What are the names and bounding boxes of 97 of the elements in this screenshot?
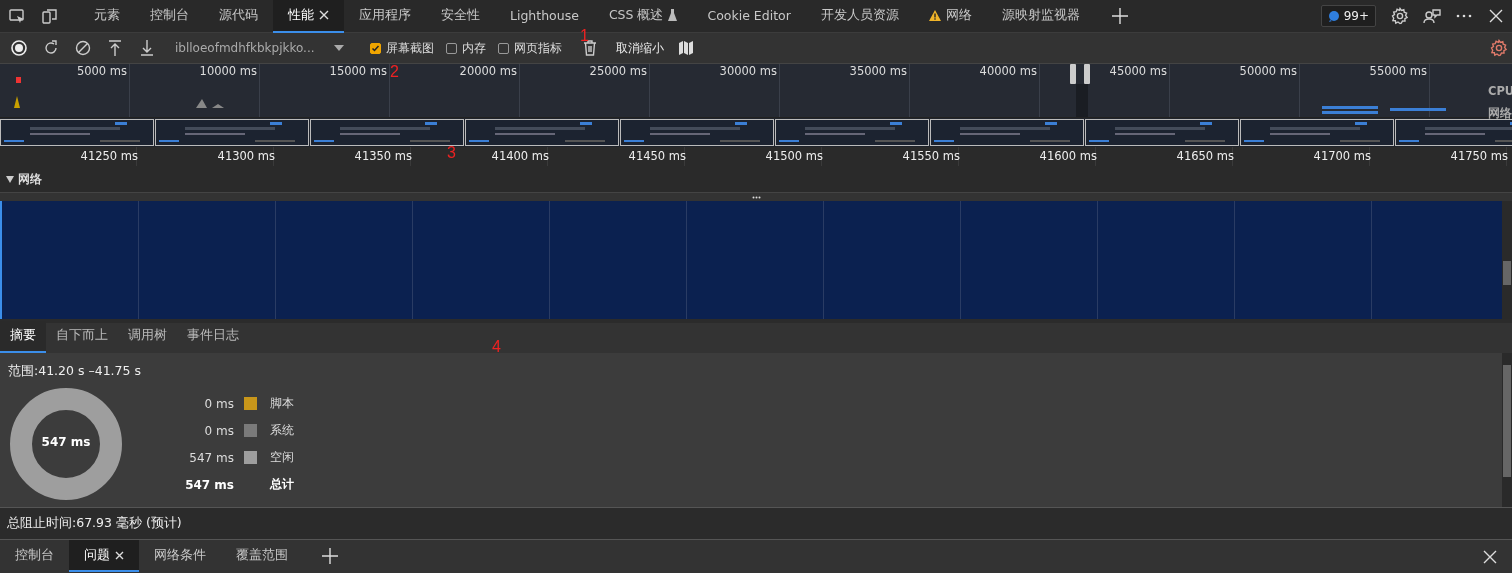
tab[interactable]: 自下而上 (46, 321, 118, 353)
time-tick: 41550 ms (902, 149, 960, 163)
close-icon[interactable] (319, 10, 329, 20)
device-icon[interactable] (40, 7, 58, 25)
download-icon[interactable] (138, 39, 156, 57)
checkbox[interactable] (445, 42, 457, 54)
tab[interactable]: 问题 (69, 540, 139, 572)
time-tick: 41450 ms (628, 149, 686, 163)
issues-badge[interactable]: 99+ (1320, 5, 1376, 27)
checkbox-label: 内存 (461, 39, 486, 57)
close-icon[interactable] (1481, 548, 1499, 566)
tab[interactable]: 事件日志 (177, 321, 249, 353)
unzoom-button[interactable]: 取消缩小 (609, 38, 670, 58)
duration-value: 547 ms (188, 450, 234, 465)
flask-icon (668, 9, 678, 21)
resize-grip-icon[interactable] (751, 195, 761, 199)
time-tick: 41350 ms (354, 149, 412, 163)
map-icon[interactable] (676, 39, 695, 57)
time-tick: 10000 ms (199, 64, 257, 78)
time-tick: 15000 ms (329, 64, 387, 78)
close-icon[interactable] (115, 550, 124, 560)
caret-icon (6, 175, 14, 183)
track-toggle[interactable]: 网络 (0, 171, 48, 187)
tab[interactable]: 摘要 (0, 321, 46, 353)
time-tick: 41300 ms (217, 149, 275, 163)
checkbox-label: 屏幕截图 (385, 39, 434, 57)
blocking-time-text: 总阻止时间:67.93 毫秒 (预计) (7, 515, 182, 532)
time-tick: 50000 ms (1239, 64, 1297, 78)
tab[interactable]: 开发人员资源 (805, 0, 914, 33)
range-handle[interactable] (1084, 64, 1090, 84)
chat-bubble-icon (1327, 10, 1340, 22)
cpu-spike (196, 99, 225, 108)
time-tick: 5000 ms (76, 64, 127, 78)
checkbox[interactable] (497, 42, 509, 54)
add-tab-icon[interactable] (1110, 7, 1129, 25)
annotation-number: 4 (492, 338, 501, 356)
tab[interactable]: 性能 (273, 0, 344, 33)
donut-total: 547 ms (40, 435, 92, 449)
tab[interactable]: 源映射监视器 (986, 0, 1095, 33)
marker-icon (16, 77, 21, 83)
category-label: 脚本 (270, 395, 294, 412)
settings-icon[interactable] (1490, 39, 1508, 57)
time-tick: 25000 ms (589, 64, 647, 78)
time-tick: 35000 ms (849, 64, 907, 78)
tab[interactable]: 控制台 (135, 0, 204, 33)
tab[interactable]: 覆盖范围 (221, 540, 303, 572)
checkbox-label: 网页指标 (513, 39, 562, 57)
tab[interactable]: 网络条件 (139, 540, 221, 572)
cpu-spike (14, 96, 20, 108)
tab[interactable]: 元素 (79, 0, 135, 33)
category-label: 系统 (270, 422, 294, 439)
checkbox[interactable] (369, 42, 381, 54)
caret-icon (333, 45, 344, 51)
add-tab-icon[interactable] (321, 547, 339, 565)
clear-icon[interactable] (74, 39, 92, 57)
inspect-icon[interactable] (8, 7, 26, 25)
time-tick: 41600 ms (1039, 149, 1097, 163)
tab[interactable]: 应用程序 (344, 0, 426, 33)
range-handle[interactable] (1070, 64, 1076, 84)
close-icon[interactable] (1487, 7, 1505, 25)
time-tick: 55000 ms (1369, 64, 1427, 78)
record-icon[interactable] (10, 39, 28, 57)
category-label: 空闲 (270, 449, 294, 466)
time-tick: 40000 ms (979, 64, 1037, 78)
upload-icon[interactable] (106, 39, 124, 57)
tab[interactable]: Cookie Editor (692, 0, 806, 33)
time-tick: 41400 ms (491, 149, 549, 163)
range-text: 范围:41.20 s –41.75 s (8, 363, 142, 380)
time-tick: 30000 ms (719, 64, 777, 78)
time-tick: 41700 ms (1313, 149, 1371, 163)
feedback-icon[interactable] (1423, 7, 1441, 25)
duration-value: 0 ms (203, 396, 234, 411)
time-tick: 41750 ms (1450, 149, 1508, 163)
total-value: 547 ms (184, 477, 234, 492)
tab[interactable]: 调用树 (118, 321, 177, 353)
track-label: 网络 (1488, 106, 1512, 121)
time-tick: 20000 ms (459, 64, 517, 78)
annotation-number: 1 (580, 27, 589, 45)
tab[interactable]: 网络 (913, 0, 987, 33)
settings-icon[interactable] (1391, 7, 1409, 25)
annotation-number: 2 (390, 63, 399, 81)
time-tick: 41650 ms (1176, 149, 1234, 163)
reload-icon[interactable] (42, 39, 60, 57)
total-label: 总计 (270, 476, 294, 493)
duration-value: 0 ms (203, 423, 234, 438)
time-tick: 45000 ms (1109, 64, 1167, 78)
time-tick: 41250 ms (80, 149, 138, 163)
tab[interactable]: 源代码 (204, 0, 273, 33)
tab[interactable]: 控制台 (0, 540, 69, 572)
annotation-number: 3 (447, 144, 456, 162)
tab[interactable]: 安全性 (426, 0, 495, 33)
warning-icon (928, 9, 941, 21)
scrollbar[interactable] (1502, 201, 1512, 319)
time-tick: 41500 ms (765, 149, 823, 163)
profile-dropdown[interactable]: iblloeofmdhfkbkpjkko... (163, 40, 358, 56)
scrollbar[interactable] (1502, 353, 1512, 507)
tab[interactable]: CSS 概述 (593, 0, 693, 33)
